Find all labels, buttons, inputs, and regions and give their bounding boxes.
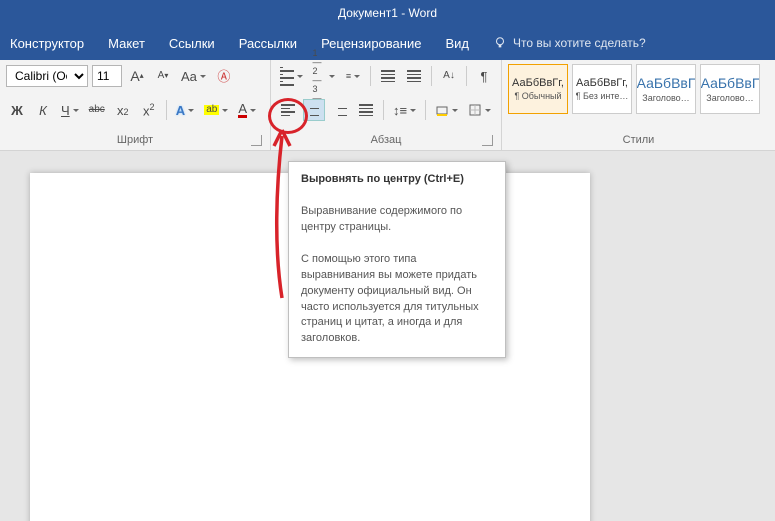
subscript-button[interactable]: x2	[112, 99, 134, 121]
ribbon-tabs: Конструктор Макет Ссылки Рассылки Реценз…	[0, 26, 775, 60]
superscript-button[interactable]: x2	[138, 99, 160, 121]
increase-indent-button[interactable]	[403, 65, 425, 87]
shading-button[interactable]	[432, 99, 461, 121]
separator	[370, 66, 371, 86]
lightbulb-icon	[493, 36, 507, 50]
document-area[interactable]: Выровнять по центру (Ctrl+E) Выравнивани…	[0, 151, 775, 521]
style-heading1[interactable]: АаБбВвГЗаголово…	[636, 64, 696, 114]
tab-designer[interactable]: Конструктор	[10, 36, 84, 51]
sort-button[interactable]: A↓	[438, 65, 460, 87]
paragraph-dialog-launcher-icon[interactable]	[482, 135, 493, 146]
tab-mailings[interactable]: Рассылки	[239, 36, 297, 51]
tooltip-title: Выровнять по центру (Ctrl+E)	[301, 173, 464, 185]
separator	[166, 100, 167, 120]
line-spacing-button[interactable]: ↕≡	[390, 99, 419, 121]
borders-button[interactable]	[465, 99, 494, 121]
group-font-label: Шрифт	[6, 132, 264, 148]
tooltip-p1: Выравнивание содержимого по центру стран…	[301, 205, 462, 233]
group-paragraph: 1—2—3— ≡ A↓ ¶ ↕≡ Абзац	[271, 60, 502, 150]
tooltip-align-center: Выровнять по центру (Ctrl+E) Выравнивани…	[288, 161, 506, 358]
tab-review[interactable]: Рецензирование	[321, 36, 421, 51]
highlight-button[interactable]: ab	[201, 99, 231, 121]
numbering-button[interactable]: 1—2—3—	[310, 65, 339, 87]
style-normal[interactable]: АаБбВвГг,¶ Обычный	[508, 64, 568, 114]
multilevel-button[interactable]: ≡	[342, 65, 364, 87]
group-styles-label: Стили	[508, 132, 769, 148]
clear-format-button[interactable]: Ⓐ	[213, 65, 235, 87]
strike-button[interactable]: abc	[86, 99, 108, 121]
align-left-button[interactable]	[277, 99, 299, 121]
text-effects-button[interactable]: A	[173, 99, 197, 121]
separator	[425, 100, 426, 120]
group-styles: АаБбВвГг,¶ Обычный АаБбВвГг,¶ Без инте… …	[502, 60, 775, 150]
bold-button[interactable]: Ж	[6, 99, 28, 121]
style-no-spacing[interactable]: АаБбВвГг,¶ Без инте…	[572, 64, 632, 114]
doc-title: Документ1 - Word	[338, 6, 437, 20]
tab-references[interactable]: Ссылки	[169, 36, 215, 51]
change-case-button[interactable]: Aa	[178, 65, 209, 87]
bullets-button[interactable]	[277, 65, 306, 87]
title-bar: Документ1 - Word	[0, 0, 775, 26]
tell-me[interactable]: Что вы хотите сделать?	[493, 36, 646, 50]
font-size-input[interactable]	[92, 65, 122, 87]
ribbon: Calibri (Осно A▴ A▾ Aa Ⓐ Ж К Ч abc x2 x2…	[0, 60, 775, 151]
decrease-font-button[interactable]: A▾	[152, 65, 174, 87]
tab-layout[interactable]: Макет	[108, 36, 145, 51]
tab-view[interactable]: Вид	[445, 36, 469, 51]
align-center-button[interactable]	[303, 99, 325, 121]
align-right-button[interactable]	[329, 99, 351, 121]
align-justify-button[interactable]	[355, 99, 377, 121]
borders-icon	[468, 103, 482, 117]
font-name-select[interactable]: Calibri (Осно	[6, 65, 88, 87]
paint-bucket-icon	[435, 103, 449, 117]
style-heading2[interactable]: АаБбВвГЗаголово…	[700, 64, 760, 114]
show-marks-button[interactable]: ¶	[473, 65, 495, 87]
increase-font-button[interactable]: A▴	[126, 65, 148, 87]
group-font: Calibri (Осно A▴ A▾ Aa Ⓐ Ж К Ч abc x2 x2…	[0, 60, 271, 150]
style-gallery[interactable]: АаБбВвГг,¶ Обычный АаБбВвГг,¶ Без инте… …	[508, 64, 769, 114]
font-color-button[interactable]: A	[235, 99, 259, 121]
decrease-indent-button[interactable]	[377, 65, 399, 87]
separator	[383, 100, 384, 120]
group-paragraph-label: Абзац	[277, 132, 495, 148]
tell-me-label: Что вы хотите сделать?	[513, 36, 646, 50]
separator	[466, 66, 467, 86]
italic-button[interactable]: К	[32, 99, 54, 121]
separator	[431, 66, 432, 86]
font-dialog-launcher-icon[interactable]	[251, 135, 262, 146]
tooltip-p2: С помощью этого типа выравнивания вы мож…	[301, 253, 479, 345]
underline-button[interactable]: Ч	[58, 99, 82, 121]
